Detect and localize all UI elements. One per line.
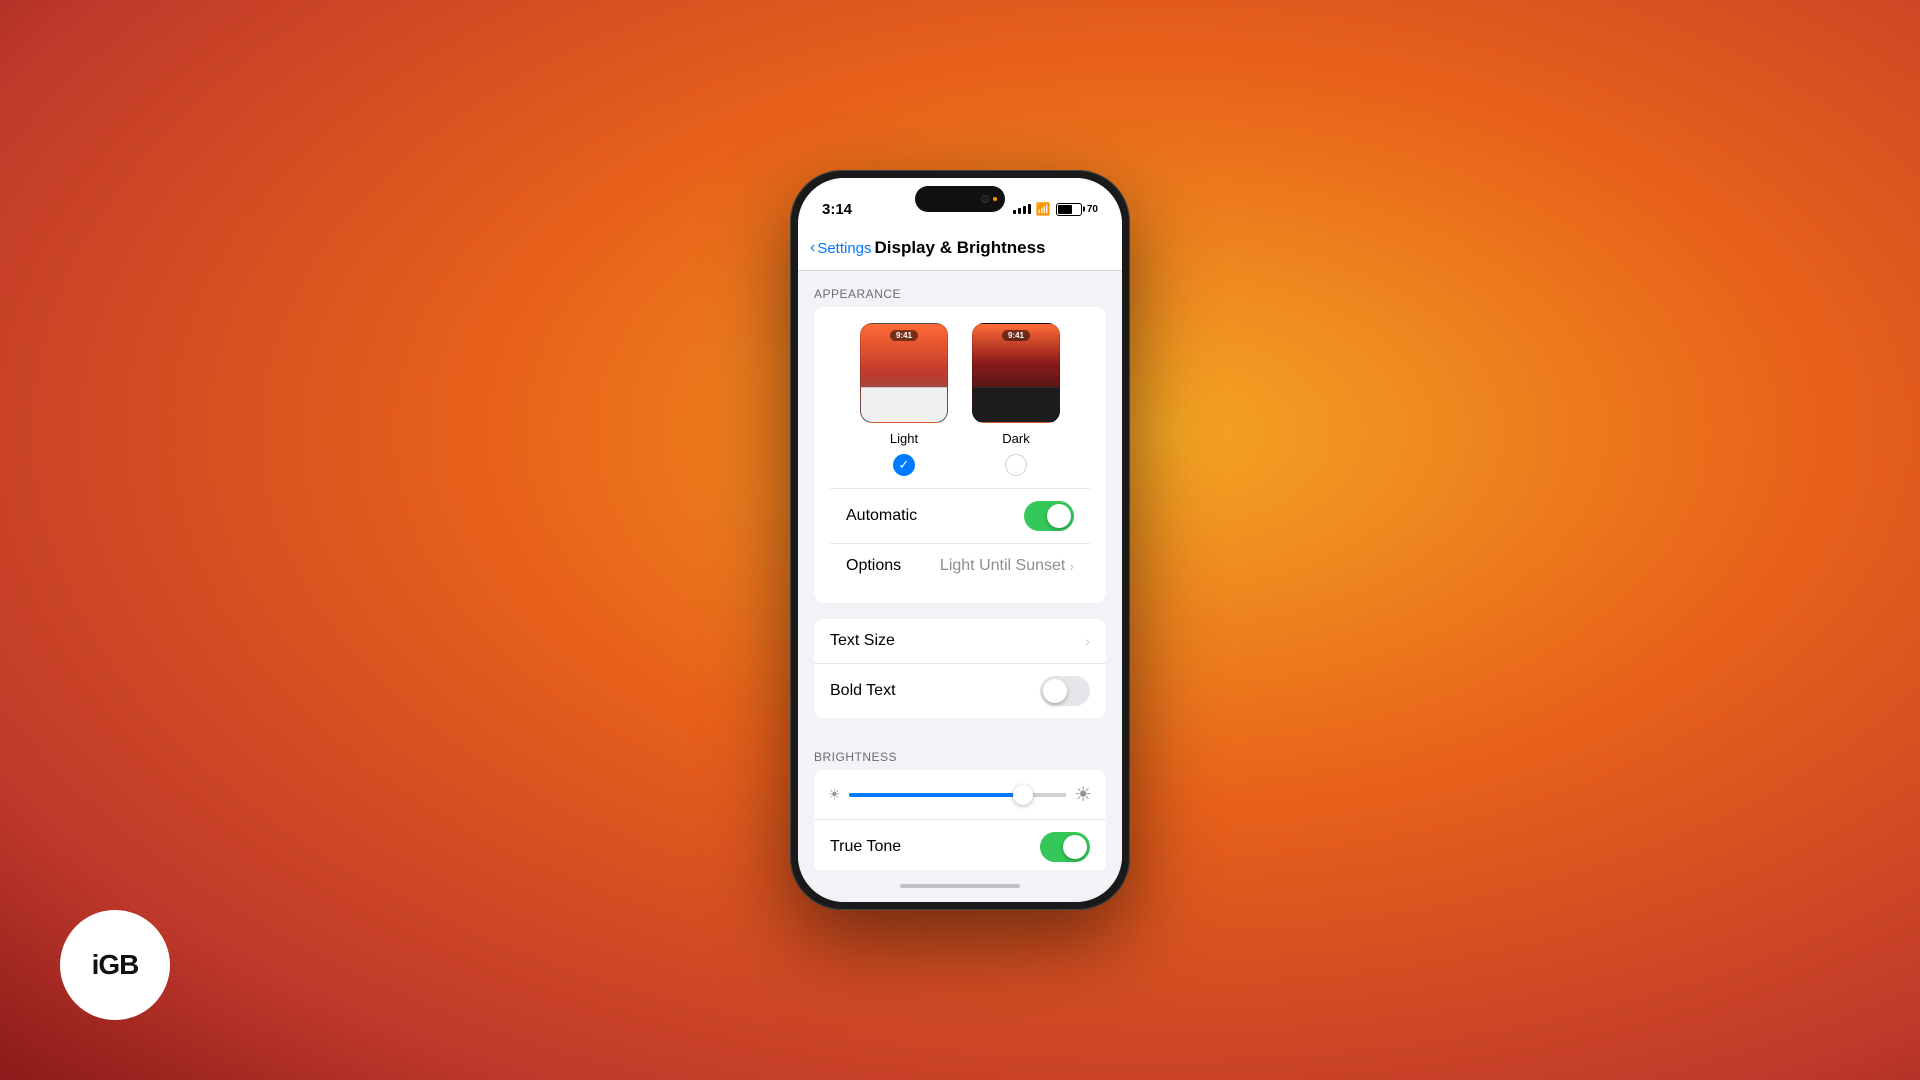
- battery-label: 70: [1087, 204, 1098, 215]
- light-time: 9:41: [890, 330, 918, 341]
- light-label: Light: [890, 431, 918, 446]
- iphone-frame: 3:14 📶 70 ‹: [790, 170, 1130, 910]
- options-value: Light Until Sunset: [940, 557, 1065, 575]
- true-tone-toggle[interactable]: [1040, 832, 1090, 862]
- status-icons: 📶 70: [1013, 202, 1098, 216]
- battery-fill: [1058, 205, 1072, 214]
- appearance-section-label: APPEARANCE: [798, 271, 1122, 307]
- page-title: Display & Brightness: [875, 238, 1046, 258]
- options-row[interactable]: Options Light Until Sunset ›: [830, 543, 1090, 587]
- status-bar: 3:14 📶 70: [798, 178, 1122, 230]
- dark-label: Dark: [1002, 431, 1029, 446]
- toggle-thumb: [1047, 504, 1071, 528]
- status-time: 3:14: [822, 201, 852, 218]
- true-tone-toggle-thumb: [1063, 835, 1087, 859]
- automatic-row: Automatic: [830, 488, 1090, 543]
- appearance-options: 9:41 Light ✓ 9:41 D: [830, 323, 1090, 476]
- text-size-label: Text Size: [830, 632, 895, 650]
- appearance-dark-option[interactable]: 9:41 Dark: [972, 323, 1060, 476]
- home-bar: [900, 884, 1020, 888]
- camera-indicator: [993, 197, 997, 201]
- dark-radio[interactable]: [1005, 454, 1027, 476]
- igb-logo: iGB: [60, 910, 170, 1020]
- appearance-light-option[interactable]: 9:41 Light ✓: [860, 323, 948, 476]
- battery-icon: [1056, 203, 1082, 216]
- bold-text-toggle[interactable]: [1040, 676, 1090, 706]
- back-chevron-icon: ‹: [810, 239, 815, 257]
- brightness-card: ☀ ☀ True Tone: [814, 770, 1106, 870]
- bold-text-label: Bold Text: [830, 682, 896, 700]
- true-tone-row: True Tone: [814, 820, 1106, 870]
- light-bottom: [861, 387, 947, 422]
- dynamic-island: [915, 186, 1005, 212]
- bold-text-toggle-thumb: [1043, 679, 1067, 703]
- light-preview: 9:41: [860, 323, 948, 423]
- signal-icon: [1013, 204, 1031, 214]
- bold-text-row: Bold Text: [814, 663, 1106, 718]
- slider-thumb: [1013, 785, 1033, 805]
- gap-1: [798, 603, 1122, 619]
- light-radio[interactable]: ✓: [893, 454, 915, 476]
- appearance-card: 9:41 Light ✓ 9:41 D: [814, 307, 1106, 603]
- checkmark-icon: ✓: [899, 457, 910, 473]
- gap-2: [798, 718, 1122, 734]
- automatic-toggle[interactable]: [1024, 501, 1074, 531]
- text-settings-card: Text Size › Bold Text: [814, 619, 1106, 718]
- text-size-row[interactable]: Text Size ›: [814, 619, 1106, 663]
- brightness-slider-row: ☀ ☀: [814, 770, 1106, 820]
- back-button[interactable]: ‹ Settings: [810, 239, 872, 257]
- nav-bar: ‹ Settings Display & Brightness: [798, 230, 1122, 271]
- brightness-section-label: BRIGHTNESS: [798, 734, 1122, 770]
- options-value-container: Light Until Sunset ›: [940, 557, 1074, 575]
- home-indicator: [798, 870, 1122, 902]
- igb-logo-text: iGB: [92, 949, 139, 981]
- settings-content: APPEARANCE 9:41 Light ✓: [798, 271, 1122, 870]
- text-size-value: ›: [1085, 633, 1090, 649]
- camera-dot: [981, 195, 989, 203]
- brightness-high-icon: ☀: [1074, 782, 1092, 807]
- back-label: Settings: [817, 240, 871, 257]
- brightness-low-icon: ☀: [828, 786, 841, 803]
- dark-time: 9:41: [1002, 330, 1030, 341]
- options-label: Options: [846, 557, 901, 575]
- dark-preview: 9:41: [972, 323, 1060, 423]
- true-tone-label: True Tone: [830, 838, 901, 856]
- options-chevron-icon: ›: [1069, 558, 1074, 574]
- dark-bottom: [973, 387, 1059, 422]
- iphone-screen: 3:14 📶 70 ‹: [798, 178, 1122, 902]
- automatic-label: Automatic: [846, 507, 917, 525]
- text-size-chevron-icon: ›: [1085, 633, 1090, 649]
- wifi-icon: 📶: [1036, 202, 1051, 216]
- brightness-slider[interactable]: [849, 793, 1067, 797]
